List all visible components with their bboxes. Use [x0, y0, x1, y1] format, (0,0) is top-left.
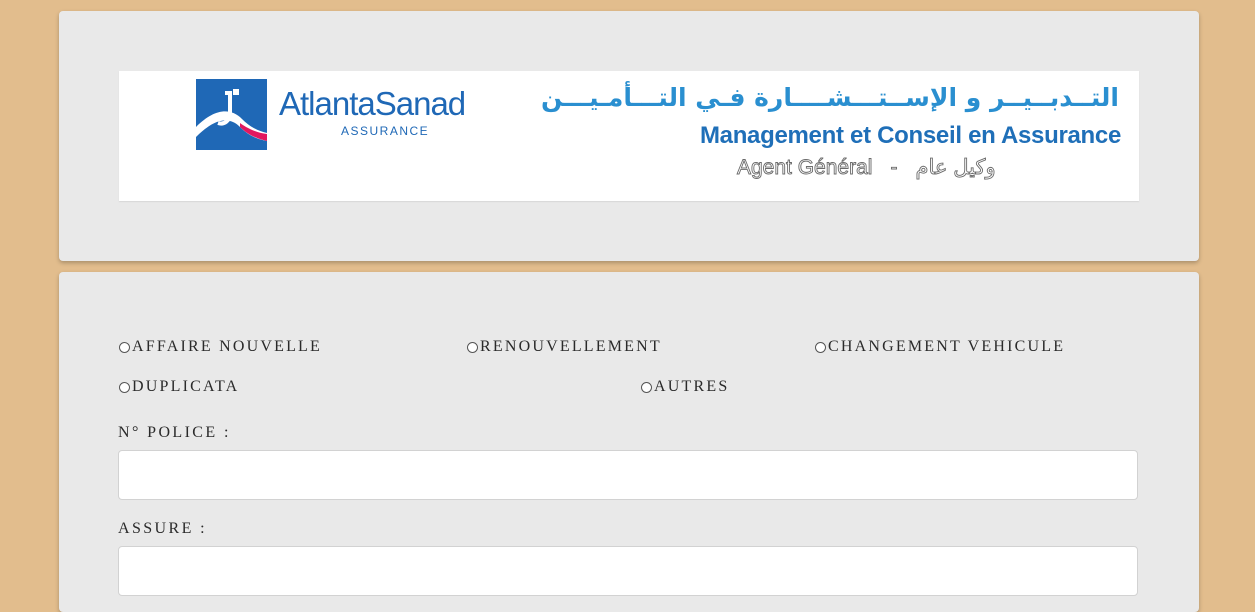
brand-name: AtlantaSanad [279, 85, 466, 122]
form-card: AFFAIRE NOUVELLE RENOUVELLEMENT CHANGEME… [59, 272, 1199, 612]
option-renouvellement[interactable]: RENOUVELLEMENT [467, 338, 662, 356]
agent-separator: - [890, 156, 898, 180]
company-banner: AtlantaSanad ASSURANCE التــدبــيــر و ا… [119, 71, 1139, 201]
radio-changement-vehicule[interactable] [815, 341, 826, 353]
radio-duplicata[interactable] [119, 381, 130, 393]
atlantasanad-logo-icon [196, 79, 267, 150]
radio-renouvellement[interactable] [467, 341, 478, 353]
police-input[interactable] [118, 450, 1138, 500]
option-affaire-nouvelle[interactable]: AFFAIRE NOUVELLE [119, 338, 322, 356]
header-card: AtlantaSanad ASSURANCE التــدبــيــر و ا… [59, 11, 1199, 261]
option-label: RENOUVELLEMENT [480, 338, 662, 355]
french-title: Management et Conseil en Assurance [699, 122, 1121, 149]
option-label: CHANGEMENT VEHICULE [828, 338, 1066, 355]
agent-french-text: Agent Général [737, 156, 873, 180]
police-label: N° POLICE : [118, 424, 231, 441]
option-label: AFFAIRE NOUVELLE [132, 338, 323, 355]
option-label: DUPLICATA [132, 378, 240, 395]
arabic-title: التــدبــيــر و الإســتـــشــــارة فـي ا… [541, 83, 1119, 112]
option-label: AUTRES [654, 378, 730, 395]
agent-arabic-text: وكيل عام [915, 156, 996, 180]
option-duplicata[interactable]: DUPLICATA [119, 378, 239, 396]
assure-label: ASSURE : [118, 520, 207, 537]
radio-affaire-nouvelle[interactable] [119, 341, 130, 353]
brand-subtitle: ASSURANCE [341, 124, 430, 138]
assure-input[interactable] [118, 546, 1138, 596]
option-autres[interactable]: AUTRES [641, 378, 729, 396]
option-changement-vehicule[interactable]: CHANGEMENT VEHICULE [815, 338, 1065, 356]
agent-line: Agent Général - وكيل عام [737, 155, 996, 180]
radio-autres[interactable] [641, 381, 652, 393]
